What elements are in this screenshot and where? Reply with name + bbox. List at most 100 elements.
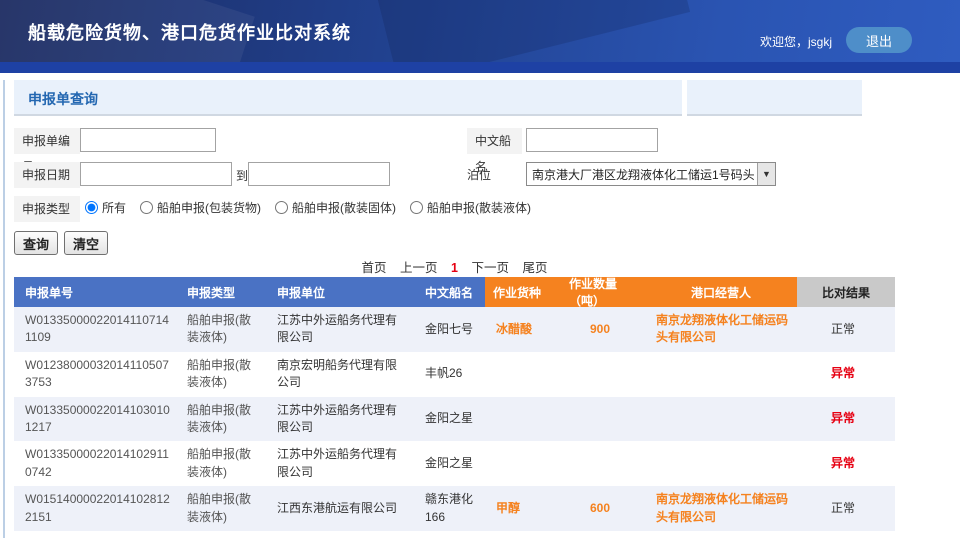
app-title: 船载危险货物、港口危货作业比对系统 [28, 19, 351, 45]
report-type-option-label: 船舶申报(包装货物) [157, 199, 261, 216]
dropdown-arrow-icon[interactable]: ▼ [757, 163, 775, 185]
table-cell [485, 352, 561, 397]
table-cell: 南京宏明船务代理有限公司 [266, 352, 414, 397]
table-row: W013350000220141029110742船舶申报(散装液体)江苏中外运… [14, 441, 895, 486]
pagination-last[interactable]: 尾页 [522, 261, 547, 275]
date-to-input[interactable] [248, 162, 390, 186]
berth-select[interactable]: 南京港大厂港区龙翔液体化工储运1号码头 ▼ [526, 162, 776, 186]
table-row: W012380000320141105073753船舶申报(散装液体)南京宏明船… [14, 352, 895, 397]
logout-button[interactable]: 退出 [846, 27, 912, 53]
column-header: 申报单位 [266, 277, 414, 307]
table-cell: 金阳之星 [414, 397, 485, 442]
table-cell: 南京龙翔液体化工储运码头有限公司 [645, 486, 797, 531]
table-cell: 900 [561, 307, 645, 352]
column-header: 申报单号 [14, 277, 176, 307]
banner-decoration [370, 0, 690, 62]
report-type-option-label: 船舶申报(散装固体) [292, 199, 396, 216]
clear-button[interactable]: 清空 [64, 231, 108, 255]
table-cell: 金阳之星 [414, 441, 485, 486]
table-cell: 甲醇 [485, 486, 561, 531]
table-cell: 船舶申报(散装液体) [176, 307, 266, 352]
table-cell: 正常 [797, 486, 895, 531]
column-header: 作业数量（吨） [561, 277, 645, 307]
table-cell [645, 352, 797, 397]
table-cell [645, 397, 797, 442]
welcome-text: 欢迎您，jsgkj [760, 33, 832, 50]
table-cell [485, 441, 561, 486]
table-cell: 船舶申报(散装液体) [176, 397, 266, 442]
table-cell: 船舶申报(散装液体) [176, 441, 266, 486]
table-cell: W012380000320141105073753 [14, 352, 176, 397]
report-type-option[interactable]: 船舶申报(散装液体) [410, 199, 531, 216]
date-from-input[interactable] [80, 162, 232, 186]
pagination-current-page: 1 [451, 261, 458, 275]
pagination-first[interactable]: 首页 [362, 261, 387, 275]
table-cell [645, 441, 797, 486]
report-date-label: 申报日期 [14, 162, 80, 188]
table-cell: W013350000220141029110742 [14, 441, 176, 486]
ship-name-input[interactable] [526, 128, 658, 152]
table-cell [561, 352, 645, 397]
radio-button-icon[interactable] [275, 201, 288, 214]
berth-selected-value: 南京港大厂港区龙翔液体化工储运1号码头 [527, 166, 757, 183]
table-cell: 江苏中外运船务代理有限公司 [266, 441, 414, 486]
pagination-next[interactable]: 下一页 [471, 261, 509, 275]
table-body: W013350000220141107141109船舶申报(散装液体)江苏中外运… [14, 307, 895, 531]
tab-bar-segment [687, 80, 862, 116]
results-table: 申报单号申报类型申报单位中文船名作业货种作业数量（吨）港口经营人比对结果 W01… [14, 277, 895, 531]
report-type-options: 所有 船舶申报(包装货物) 船舶申报(散装固体) 船舶申报(散装液体) [85, 199, 531, 216]
table-cell: 江苏中外运船务代理有限公司 [266, 397, 414, 442]
pagination: 首页 上一页 1 下一页 尾页 [14, 257, 895, 276]
radio-button-icon[interactable] [410, 201, 423, 214]
date-to-separator: 到 [236, 167, 248, 184]
app-header: 船载危险货物、港口危货作业比对系统 欢迎您，jsgkj 退出 [0, 0, 960, 62]
table-cell: 丰帆26 [414, 352, 485, 397]
page-left-border [3, 80, 5, 538]
table-cell: W013350000220141107141109 [14, 307, 176, 352]
report-type-option-label: 所有 [102, 199, 126, 216]
table-cell: 金阳七号 [414, 307, 485, 352]
berth-label: 泊位 [467, 162, 522, 188]
table-cell: 江苏中外运船务代理有限公司 [266, 307, 414, 352]
table-cell: W015140000220141028122151 [14, 486, 176, 531]
report-type-option[interactable]: 所有 [85, 199, 126, 216]
report-type-option[interactable]: 船舶申报(包装货物) [140, 199, 261, 216]
column-header: 申报类型 [176, 277, 266, 307]
column-header: 比对结果 [797, 277, 895, 307]
report-no-label: 申报单编号 [14, 128, 80, 154]
table-cell [561, 397, 645, 442]
table-cell: 正常 [797, 307, 895, 352]
table-cell: 船舶申报(散装液体) [176, 352, 266, 397]
table-cell: 异常 [797, 441, 895, 486]
tab-declaration-query[interactable] [14, 80, 682, 116]
table-cell: 船舶申报(散装液体) [176, 486, 266, 531]
report-type-option-label: 船舶申报(散装液体) [427, 199, 531, 216]
column-header: 港口经营人 [645, 277, 797, 307]
table-cell: 600 [561, 486, 645, 531]
query-button[interactable]: 查询 [14, 231, 58, 255]
table-cell: 异常 [797, 352, 895, 397]
ship-name-label: 中文船名 [467, 128, 522, 154]
column-header: 中文船名 [414, 277, 485, 307]
table-row: W013350000220141107141109船舶申报(散装液体)江苏中外运… [14, 307, 895, 352]
table-header-row: 申报单号申报类型申报单位中文船名作业货种作业数量（吨）港口经营人比对结果 [14, 277, 895, 307]
table-cell: 异常 [797, 397, 895, 442]
report-type-option[interactable]: 船舶申报(散装固体) [275, 199, 396, 216]
table-cell: 赣东港化166 [414, 486, 485, 531]
table-row: W015140000220141028122151船舶申报(散装液体)江西东港航… [14, 486, 895, 531]
table-cell: 冰醋酸 [485, 307, 561, 352]
column-header: 作业货种 [485, 277, 561, 307]
table-row: W013350000220141030101217船舶申报(散装液体)江苏中外运… [14, 397, 895, 442]
table-cell: W013350000220141030101217 [14, 397, 176, 442]
page-title: 申报单查询 [28, 89, 98, 109]
radio-button-icon[interactable] [140, 201, 153, 214]
report-no-input[interactable] [80, 128, 216, 152]
table-cell: 南京龙翔液体化工储运码头有限公司 [645, 307, 797, 352]
report-type-label: 申报类型 [14, 196, 80, 222]
table-cell [485, 397, 561, 442]
banner-bottom-strip [0, 62, 960, 73]
pagination-prev[interactable]: 上一页 [400, 261, 438, 275]
table-cell: 江西东港航运有限公司 [266, 486, 414, 531]
radio-button-icon[interactable] [85, 201, 98, 214]
table-cell [561, 441, 645, 486]
